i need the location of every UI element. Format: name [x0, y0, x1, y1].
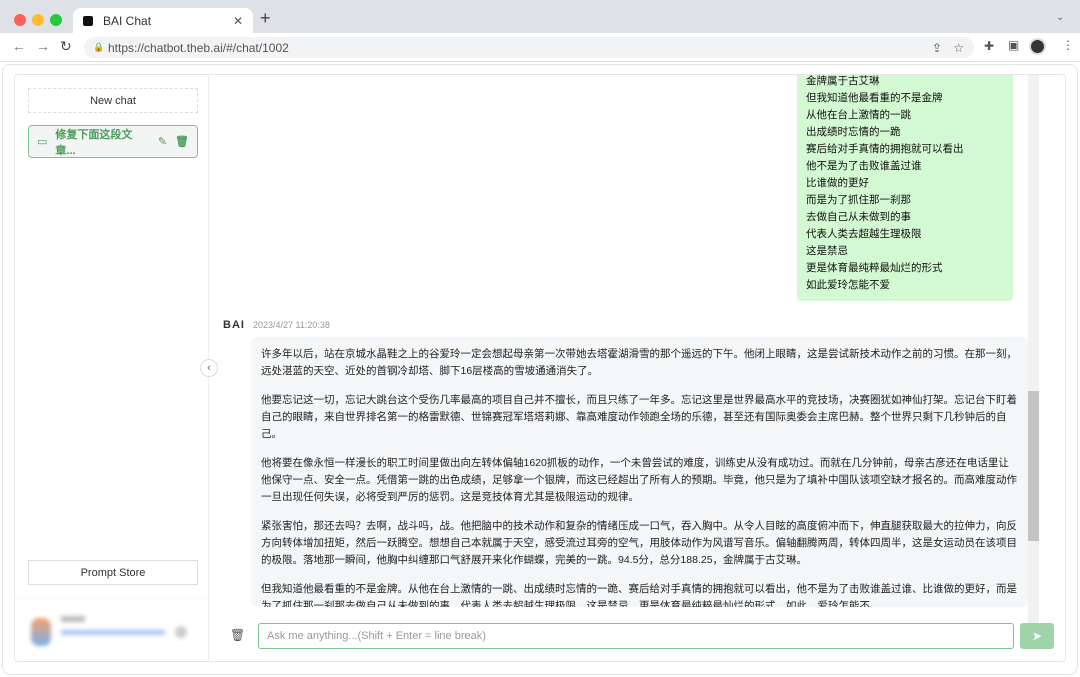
share-icon[interactable]: ⇪ [932, 41, 942, 55]
clear-chat-icon[interactable]: 🗑 [230, 628, 245, 642]
delete-icon[interactable]: 🗑 [175, 135, 189, 148]
user-message-line: 去做自己从未做到的事 [806, 211, 911, 223]
browser-tab-bar: BAI Chat ✕ + ⌄ [0, 0, 1080, 33]
scrollbar-thumb[interactable] [1028, 391, 1039, 541]
url-field[interactable]: 🔒 https://chatbot.theb.ai/#/chat/1002 ⇪ … [84, 37, 974, 58]
close-tab-icon[interactable]: ✕ [233, 14, 243, 28]
profile-avatar[interactable] [1029, 38, 1046, 55]
assistant-paragraph: 许多年以后，站在京城水晶鞋之上的谷爱玲一定会想起母亲第一次带她去塔霍湖滑雪的那个… [261, 348, 1017, 377]
user-info [15, 597, 209, 661]
user-message-line: 更是体育最纯粹最灿烂的形式 [806, 262, 943, 274]
chat-main: 金牌属于古艾琳但我知道他最看重的不是金牌 从他在台上激情的一跳 出成绩时忘情的一跪赛… [200, 75, 1065, 661]
user-message-line: 金牌属于古艾琳 [806, 75, 880, 87]
favicon-icon [83, 15, 93, 26]
user-message-line: 如此爱玲怎能不爱 [806, 279, 890, 291]
tab-list-chevron-icon[interactable]: ⌄ [1056, 12, 1064, 23]
user-message-line: 而是为了抓住那一刹那 [806, 194, 911, 206]
assistant-paragraph: 他将要在像永恒一样漫长的职工时间里做出向左转体偏轴1620抓板的动作，一个未曾尝… [261, 457, 1017, 503]
send-icon: ➤ [1031, 629, 1043, 643]
sidebar: New chat ▭ 修复下面这段文章... ✎ 🗑 Prompt Store [15, 75, 209, 661]
chat-title: 修复下面这段文章... [55, 128, 133, 157]
chat-app: New chat ▭ 修复下面这段文章... ✎ 🗑 Prompt Store … [14, 74, 1066, 662]
user-message-line: 但我知道他最看重的不是金牌 [806, 92, 943, 104]
url-text: https://chatbot.theb.ai/#/chat/1002 [108, 40, 289, 55]
menu-icon[interactable]: ⋮ [1062, 38, 1074, 52]
user-message-line: 从他在台上激情的一跳 [806, 109, 911, 121]
browser-tab[interactable]: BAI Chat ✕ [73, 8, 253, 33]
bookmark-star-icon[interactable]: ☆ [953, 41, 964, 55]
close-window-button[interactable] [14, 14, 26, 26]
scrollbar[interactable] [1028, 75, 1039, 623]
back-icon[interactable]: ← [12, 38, 26, 54]
prompt-store-button[interactable]: Prompt Store [28, 560, 198, 585]
user-message-line: 代表人类去超越生理极限 [806, 228, 922, 240]
collapse-sidebar-button[interactable]: ‹ [200, 359, 218, 377]
user-message-line: 这是禁忌 [806, 245, 848, 257]
forward-icon[interactable]: → [36, 38, 50, 54]
send-button[interactable]: ➤ [1020, 623, 1054, 649]
user-message-line: 出成绩时忘情的一跪 [806, 126, 901, 138]
maximize-window-button[interactable] [50, 14, 62, 26]
user-message-line: 他不是为了击败谁盖过谁 [806, 160, 922, 172]
lock-icon: 🔒 [93, 42, 105, 52]
reload-icon[interactable]: ↻ [60, 38, 72, 55]
sidebar-chat-item[interactable]: ▭ 修复下面这段文章... ✎ 🗑 [28, 125, 198, 158]
message-timestamp: 2023/4/27 11:20:38 [252, 320, 330, 330]
sidepanel-icon[interactable]: ▣ [1008, 38, 1019, 52]
chat-input[interactable]: Ask me anything...(Shift + Enter = line … [258, 623, 1014, 649]
user-message-line: 比谁做的更好 [806, 177, 869, 189]
assistant-message: 许多年以后，站在京城水晶鞋之上的谷爱玲一定会想起母亲第一次带她去塔霍湖滑雪的那个… [251, 337, 1028, 607]
user-message: 金牌属于古艾琳但我知道他最看重的不是金牌 从他在台上激情的一跳 出成绩时忘情的一跪赛… [797, 75, 1013, 301]
assistant-logo: BAI [223, 319, 245, 331]
chat-bubble-icon: ▭ [37, 136, 48, 148]
user-message-line: 赛后给对手真情的拥抱就可以看出 [806, 143, 964, 155]
tab-title: BAI Chat [103, 13, 152, 28]
assistant-meta: BAI 2023/4/27 11:20:38 [223, 319, 330, 331]
address-bar: ← → ↻ 🔒 https://chatbot.theb.ai/#/chat/1… [0, 33, 1080, 62]
minimize-window-button[interactable] [32, 14, 44, 26]
new-chat-button[interactable]: New chat [28, 88, 198, 113]
avatar [31, 618, 51, 646]
edit-icon[interactable]: ✎ [158, 135, 167, 148]
input-placeholder: Ask me anything...(Shift + Enter = line … [267, 630, 486, 642]
assistant-paragraph: 紧张害怕，那还去吗？去啊，战斗吗，战。他把脑中的技术动作和复杂的情绪压成一口气，… [261, 520, 1017, 566]
assistant-paragraph: 他要忘记这一切，忘记大跳台这个受伤几率最高的项目自己并不擅长，而且只练了一年多。… [261, 394, 1017, 440]
extensions-icon[interactable]: ✚ [984, 39, 994, 53]
assistant-paragraph: 但我知道他最看重的不是金牌。从他在台上激情的一跳、出成绩时忘情的一跪、赛后给对手… [261, 583, 1017, 607]
new-tab-icon[interactable]: + [260, 8, 271, 29]
